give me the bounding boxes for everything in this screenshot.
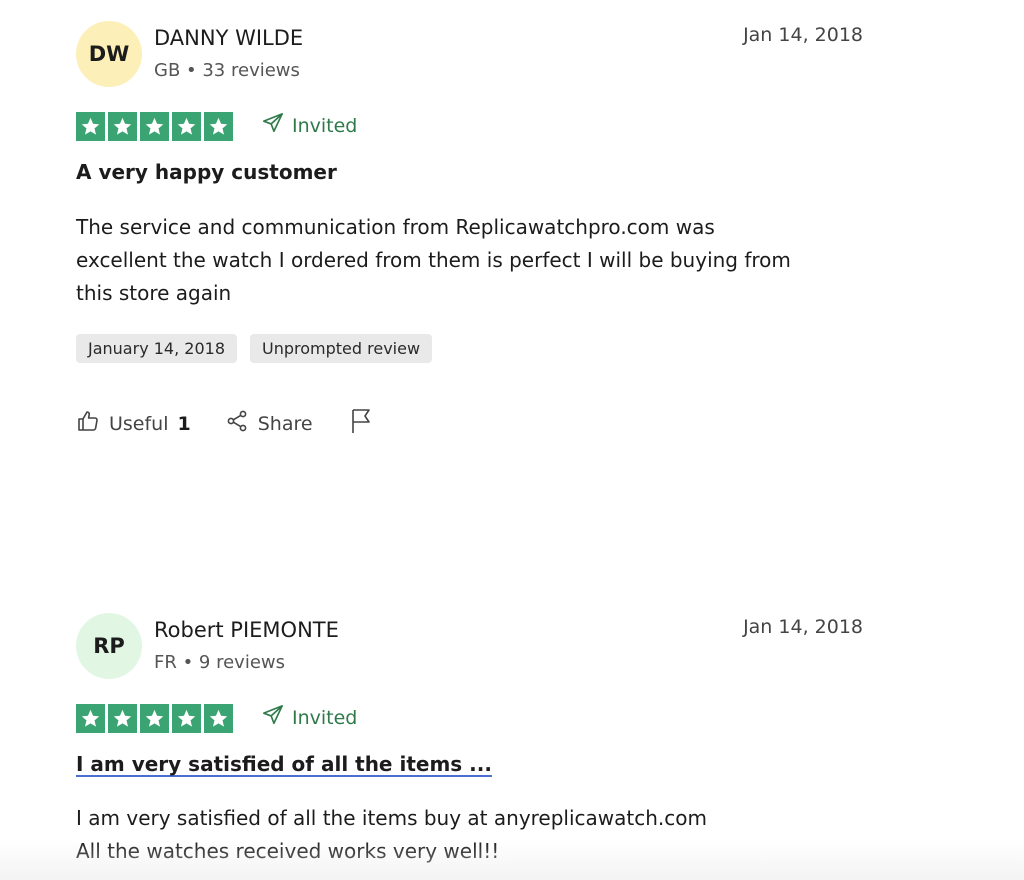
unprompted-review-tag[interactable]: Unprompted review: [250, 334, 433, 363]
share-icon: [225, 409, 249, 438]
star-rating: [76, 112, 233, 141]
reviewer-meta: FR • 9 reviews: [154, 652, 286, 673]
review-actions: Useful 1 Share: [76, 408, 373, 439]
star-icon: [204, 112, 233, 141]
date-of-experience-tag: January 14, 2018: [76, 334, 237, 363]
report-button[interactable]: [349, 408, 373, 439]
thumbs-up-icon: [76, 409, 100, 438]
reviewer-meta: GB • 33 reviews: [154, 60, 300, 81]
invited-badge[interactable]: Invited: [262, 112, 357, 139]
star-icon: [140, 704, 169, 733]
review-body-line: All the watches received works very well…: [76, 839, 500, 863]
review-tags: January 14, 2018 Unprompted review: [76, 334, 433, 363]
reviewer-name[interactable]: Robert PIEMONTE: [154, 618, 339, 642]
useful-button[interactable]: Useful 1: [76, 409, 191, 438]
star-icon: [172, 112, 201, 141]
star-icon: [76, 112, 105, 141]
review-body-line: I am very satisfied of all the items buy…: [76, 806, 707, 830]
star-icon: [108, 112, 137, 141]
star-icon: [204, 704, 233, 733]
review-body-line: this store again: [76, 281, 232, 305]
useful-label: Useful: [109, 412, 169, 435]
star-icon: [172, 704, 201, 733]
review-title[interactable]: A very happy customer: [76, 160, 337, 184]
invited-label: Invited: [292, 114, 358, 137]
paper-plane-icon: [262, 704, 284, 731]
star-icon: [140, 112, 169, 141]
review-title-link[interactable]: I am very satisfied of all the items ...: [76, 752, 492, 776]
reviewer-name[interactable]: DANNY WILDE: [154, 26, 303, 50]
review-body-line: excellent the watch I ordered from them …: [76, 248, 791, 272]
invited-label: Invited: [292, 706, 358, 729]
review-date: Jan 14, 2018: [743, 24, 863, 46]
useful-count: 1: [177, 412, 191, 435]
review-date: Jan 14, 2018: [743, 616, 863, 638]
avatar[interactable]: DW: [76, 21, 142, 87]
review-body-line: The service and communication from Repli…: [76, 215, 715, 239]
share-label: Share: [257, 412, 313, 435]
review-body: The service and communication from Repli…: [76, 211, 866, 310]
star-icon: [108, 704, 137, 733]
review-card: RP Robert PIEMONTE FR • 9 reviews Jan 14…: [76, 612, 866, 880]
flag-icon: [349, 408, 373, 439]
star-rating: [76, 704, 233, 733]
review-card: DW DANNY WILDE GB • 33 reviews Jan 14, 2…: [76, 20, 866, 460]
paper-plane-icon: [262, 112, 284, 139]
review-body: I am very satisfied of all the items buy…: [76, 802, 866, 868]
avatar[interactable]: RP: [76, 613, 142, 679]
star-icon: [76, 704, 105, 733]
share-button[interactable]: Share: [225, 409, 313, 438]
invited-badge[interactable]: Invited: [262, 704, 357, 731]
